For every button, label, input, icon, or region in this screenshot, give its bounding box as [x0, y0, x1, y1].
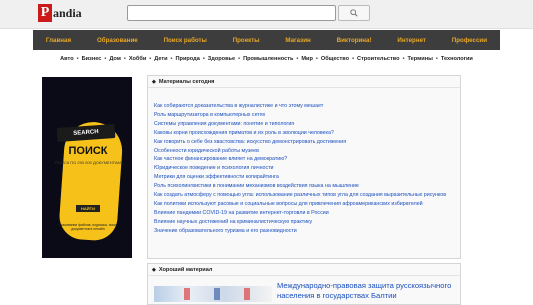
- article-link[interactable]: Влияние пандемии COVID-19 на развитие ин…: [154, 209, 460, 218]
- ad-title: ПОИСК: [68, 145, 108, 157]
- nav-education[interactable]: Образование: [97, 37, 138, 44]
- article-link[interactable]: Каковы корни происхождения приматов и их…: [154, 129, 460, 138]
- site-logo[interactable]: P andia: [38, 3, 82, 23]
- article-link[interactable]: Как говорить о себе без хвастовства: иск…: [154, 138, 460, 147]
- category-link[interactable]: Строительство: [357, 56, 400, 62]
- ad-banner[interactable]: SEARCH ПОИСК ПОИСК ПО 290 000 ДОКУМЕНТАМ…: [42, 77, 132, 258]
- good-material-heading: ◆ Хороший материал: [148, 264, 460, 276]
- logo-text: andia: [53, 5, 82, 20]
- ad-footer: Скачивание файлов, подписка, поиск докум…: [58, 223, 118, 231]
- main-nav: Главная Образование Поиск работы Проекты…: [33, 30, 500, 50]
- nav-home[interactable]: Главная: [46, 37, 71, 44]
- category-link[interactable]: Бизнес: [82, 56, 102, 62]
- category-link[interactable]: Мир: [301, 56, 313, 62]
- category-link[interactable]: Технологии: [441, 56, 473, 62]
- category-link[interactable]: Здоровье: [208, 56, 235, 62]
- materials-panel: ◆ Материалы сегодня Как собираются доказ…: [147, 75, 461, 259]
- arrow-icon: ◆: [152, 78, 156, 85]
- article-link[interactable]: Системы управления документами: понятие …: [154, 120, 460, 129]
- article-link[interactable]: Юридическое поведение и психология лично…: [154, 164, 460, 173]
- good-material-panel: ◆ Хороший материал Международно-правовая…: [147, 263, 461, 305]
- ad-button[interactable]: НАЙТИ: [76, 205, 100, 212]
- article-link[interactable]: Особенности юридической работы музеев: [154, 147, 460, 156]
- article-link[interactable]: Роль маршрутизатора в компьютерных сетях: [154, 111, 460, 120]
- search-button[interactable]: [338, 5, 370, 21]
- category-link[interactable]: Природа: [176, 56, 200, 62]
- search-icon: [350, 9, 358, 17]
- category-link[interactable]: Промышленность: [243, 56, 293, 62]
- logo-initial: P: [38, 4, 52, 22]
- ad-subtitle: ПОИСК ПО 290 000 ДОКУМЕНТАМ: [55, 160, 121, 165]
- article-link[interactable]: Значение образовательного туризма и его …: [154, 227, 460, 236]
- nav-job-search[interactable]: Поиск работы: [164, 37, 207, 44]
- top-bar: P andia: [0, 0, 533, 29]
- article-link[interactable]: Роль психолингвистики в понимании механи…: [154, 182, 460, 191]
- feature-article-title[interactable]: Международно-правовая защита русскоязычн…: [277, 281, 457, 301]
- article-link[interactable]: Как частное финансирование влияет на дем…: [154, 155, 460, 164]
- article-link[interactable]: Метрики для оценки эффективности копирай…: [154, 173, 460, 182]
- nav-internet[interactable]: Интернет: [397, 37, 426, 44]
- materials-heading-text: Материалы сегодня: [158, 78, 215, 85]
- category-link[interactable]: Дети: [154, 56, 167, 62]
- materials-heading: ◆ Материалы сегодня: [148, 76, 460, 88]
- arrow-icon: ◆: [152, 266, 156, 273]
- article-link[interactable]: Как собираются доказательства в журналис…: [154, 102, 460, 111]
- good-material-heading-text: Хороший материал: [158, 266, 213, 273]
- category-link[interactable]: Дом: [109, 56, 121, 62]
- nav-professions[interactable]: Профессии: [452, 37, 487, 44]
- article-link[interactable]: Влияние научных достижений на криминалис…: [154, 218, 460, 227]
- search-input[interactable]: [127, 5, 336, 21]
- article-link[interactable]: Как политики используют расовые и социал…: [154, 200, 460, 209]
- category-link[interactable]: Общество: [321, 56, 349, 62]
- nav-projects[interactable]: Проекты: [233, 37, 260, 44]
- category-link[interactable]: Хобби: [129, 56, 146, 62]
- nav-quiz[interactable]: Викторина!: [337, 37, 372, 44]
- category-link[interactable]: Авто: [60, 56, 74, 62]
- nav-shop[interactable]: Магазин: [285, 37, 310, 44]
- category-bar: Авто • Бизнес • Дом • Хобби • Дети • Природа •…: [60, 55, 473, 62]
- article-link[interactable]: Как создать атмосферу с помощью угла: ис…: [154, 191, 460, 200]
- materials-list: Как собираются доказательства в журналис…: [148, 88, 460, 236]
- category-link[interactable]: Термины: [408, 56, 433, 62]
